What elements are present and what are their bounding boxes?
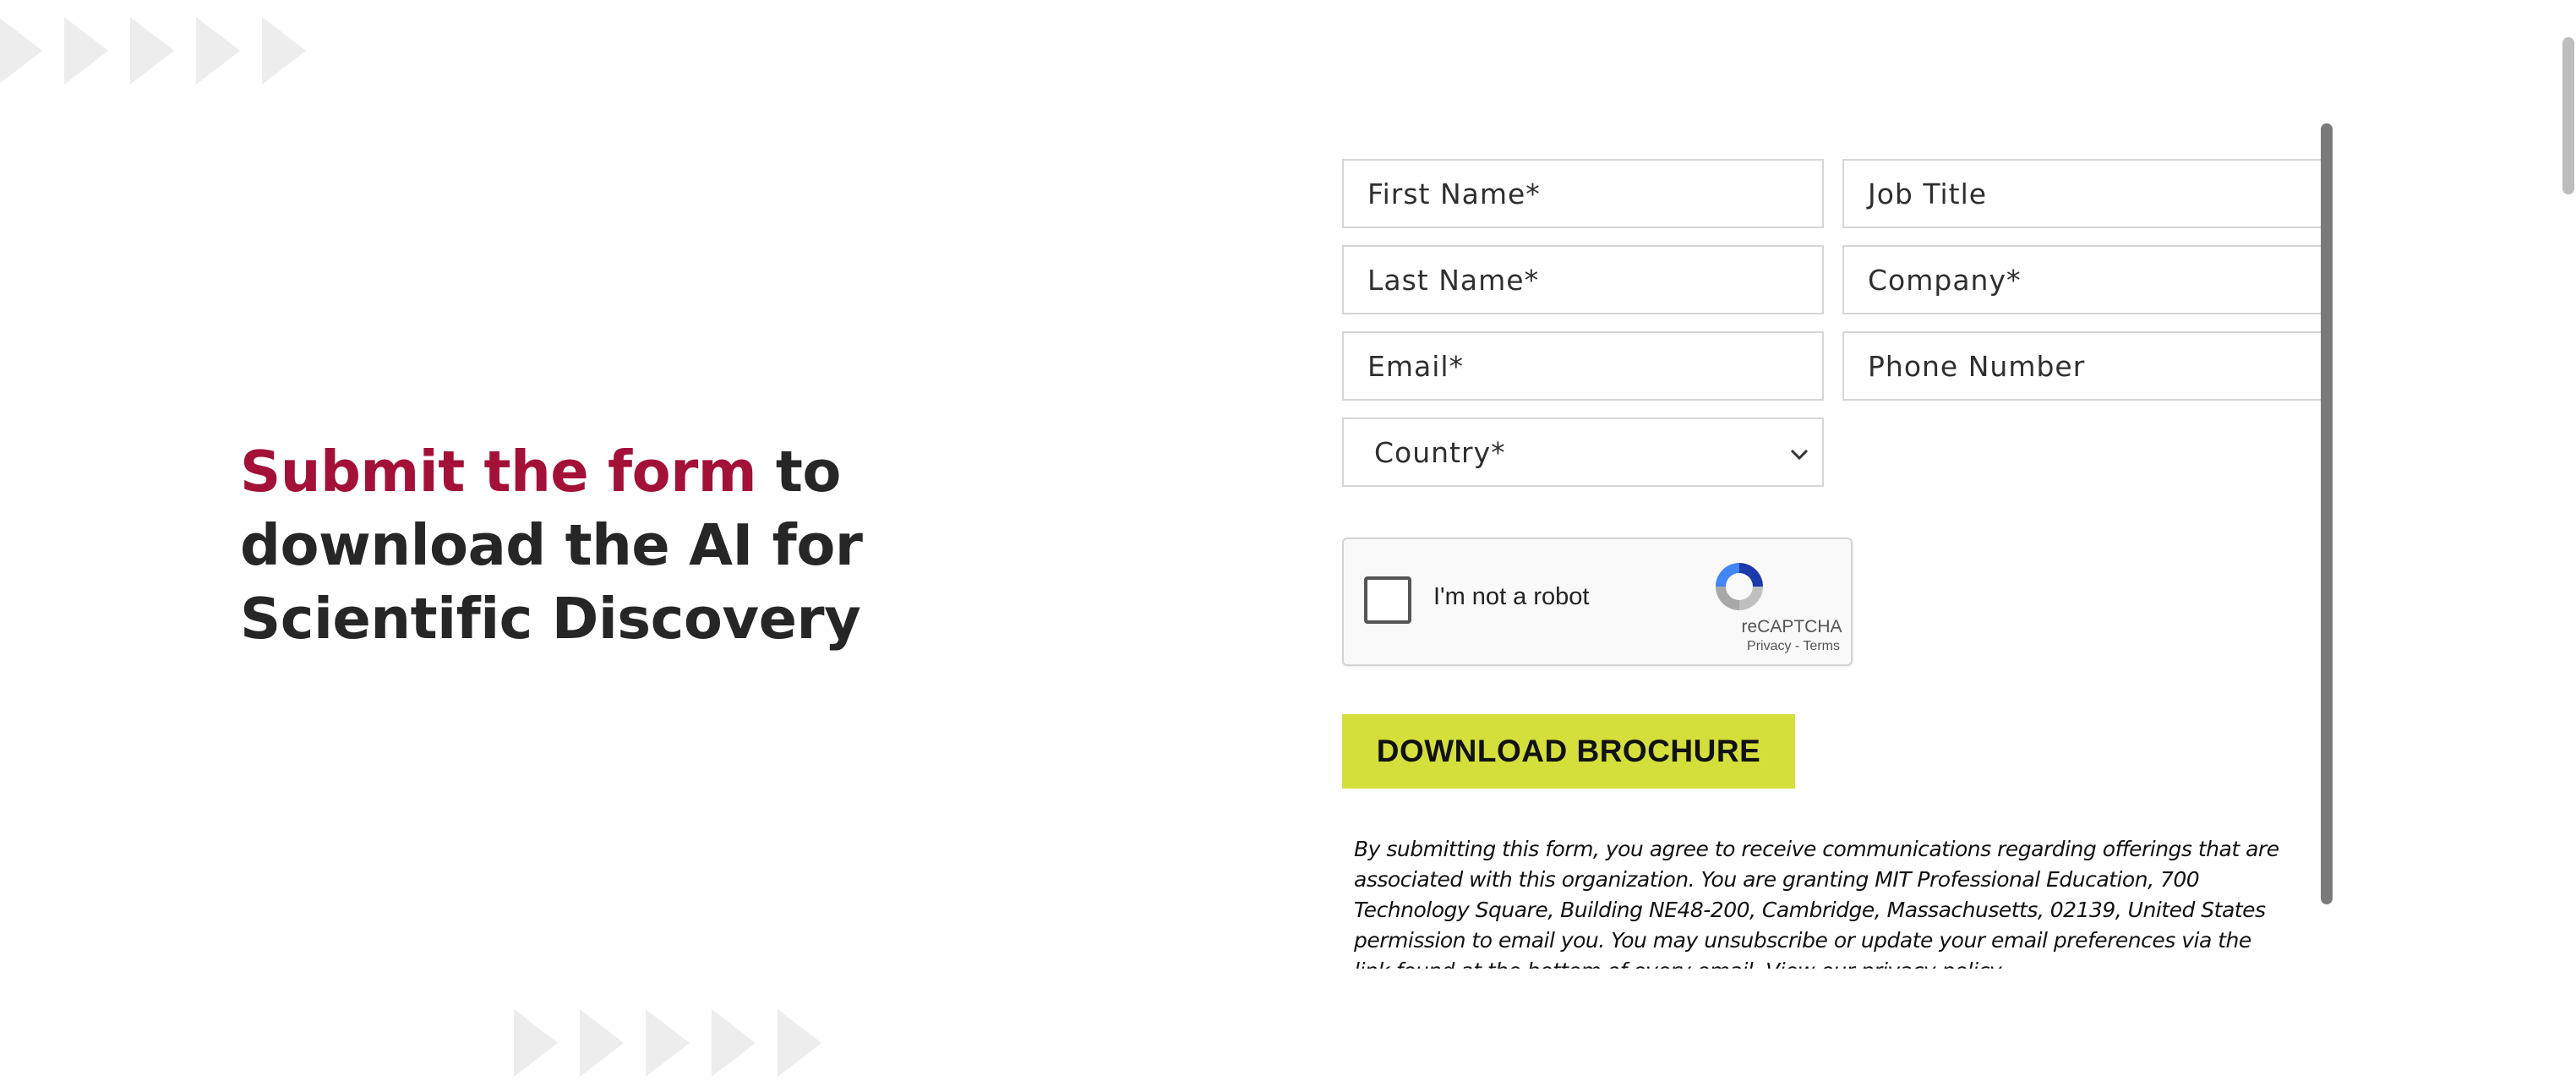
phone-field[interactable]: Phone Number [1842, 331, 2329, 401]
email-placeholder: Email* [1367, 349, 1465, 383]
email-field[interactable]: Email* [1342, 331, 1824, 401]
chevron-right-icon [712, 1009, 756, 1077]
first-name-placeholder: First Name* [1367, 177, 1541, 210]
chevron-down-icon [1790, 439, 1809, 467]
last-name-field[interactable]: Last Name* [1342, 245, 1824, 314]
recaptcha-widget: I'm not a robot reCAPTCHA Privacy - Term… [1342, 538, 1853, 666]
brochure-form: First Name* Job Title Last Name* Company… [1342, 152, 2329, 969]
recaptcha-brand: reCAPTCHA [1741, 617, 1842, 636]
page-headline: Submit the form to download the AI for S… [240, 435, 933, 656]
country-selected-value: Country* [1374, 435, 1506, 469]
download-brochure-button[interactable]: DOWNLOAD BROCHURE [1342, 714, 1795, 789]
company-placeholder: Company* [1868, 263, 2022, 297]
job-title-placeholder: Job Title [1868, 177, 1988, 210]
chevron-right-icon [646, 1009, 690, 1077]
chevron-right-icon [130, 17, 174, 85]
last-name-placeholder: Last Name* [1367, 263, 1540, 297]
recaptcha-checkbox[interactable] [1364, 576, 1411, 624]
company-field[interactable]: Company* [1842, 245, 2329, 314]
chevron-right-icon [262, 17, 306, 85]
page-scrollbar[interactable] [2562, 37, 2574, 194]
country-select[interactable]: Country* [1342, 418, 1824, 487]
chevron-right-icon [514, 1009, 558, 1077]
job-title-field[interactable]: Job Title [1842, 159, 2329, 228]
chevron-right-icon [580, 1009, 624, 1077]
phone-placeholder: Phone Number [1868, 349, 2086, 383]
recaptcha-logo-icon [1709, 556, 1770, 617]
form-scrollbar[interactable] [2321, 123, 2333, 904]
chevron-right-icon [0, 17, 42, 85]
recaptcha-label: I'm not a robot [1433, 583, 1590, 610]
decorative-chevrons-bottom [514, 1009, 821, 1077]
recaptcha-privacy-terms[interactable]: Privacy - Terms [1726, 639, 1861, 654]
chevron-right-icon [196, 17, 240, 85]
chevron-right-icon [64, 17, 108, 85]
consent-disclaimer: By submitting this form, you agree to re… [1354, 837, 2279, 969]
chevron-right-icon [778, 1009, 821, 1077]
first-name-field[interactable]: First Name* [1342, 159, 1824, 228]
headline-accent: Submit the form [240, 439, 757, 505]
decorative-chevrons-top [0, 17, 306, 85]
